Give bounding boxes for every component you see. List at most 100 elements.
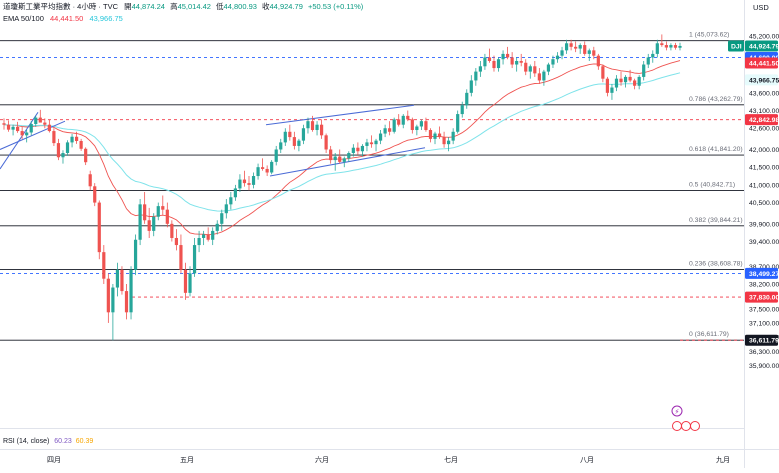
candle-body [274, 149, 278, 162]
candle-body [619, 78, 623, 83]
candle-body [673, 45, 678, 48]
candle-body [596, 55, 600, 67]
candle-body [460, 105, 464, 115]
candle-body [637, 76, 641, 86]
candle-body [628, 76, 632, 81]
candle-body [224, 204, 228, 214]
fib-level-label: 0.618 (41,841.20) [689, 146, 743, 153]
time-axis-tick: 九月 [716, 455, 730, 464]
candle-body [451, 131, 455, 141]
candle-body [669, 45, 673, 48]
candle-body [65, 142, 70, 154]
candle-body [378, 133, 383, 141]
price-axis-tick: 40,500.00 [749, 200, 779, 207]
candle-body [388, 128, 392, 132]
earnings-event-icon[interactable] [690, 421, 700, 431]
price-axis-tick: 37,100.00 [749, 320, 779, 327]
candle-body [401, 115, 405, 125]
candle-body [374, 140, 378, 145]
price-tag-value: 42,842.98 [749, 117, 779, 124]
candle-body [428, 130, 433, 139]
candle-body [165, 209, 169, 224]
price-axis-tick: 39,900.00 [749, 221, 779, 228]
candle-body [197, 237, 201, 246]
candle-body [515, 60, 519, 65]
price-axis-tick: 36,300.00 [749, 349, 779, 356]
candle-body [456, 114, 460, 132]
candle-body [156, 206, 160, 217]
candle-body [183, 269, 188, 293]
candle-body [174, 237, 179, 246]
candle-body [215, 223, 219, 231]
candle-body [97, 202, 101, 253]
candle-body [61, 153, 65, 158]
candle-body [143, 204, 147, 221]
candle-body [392, 119, 396, 132]
candle-body [11, 126, 15, 130]
candle-body [574, 46, 578, 49]
candle-body [447, 140, 451, 145]
candle-body [319, 124, 324, 136]
rsi-legend[interactable]: RSI (14, close) 60.23 60.39 [3, 438, 93, 445]
candle-body [256, 167, 260, 177]
candle-body [111, 287, 115, 313]
candle-body [342, 158, 346, 162]
currency-label[interactable]: USD [753, 3, 769, 12]
fib-level-label: 0.5 (40,842.71) [689, 181, 735, 188]
candle-body [397, 119, 401, 125]
price-chart[interactable]: 1 (45,073.62) 0.786 (43,262.79) 0.618 (41,… [0, 0, 779, 468]
candle-body [501, 53, 505, 60]
time-axis-tick: 四月 [47, 456, 61, 464]
candle-body [365, 142, 369, 146]
candle-body [528, 66, 532, 72]
candle-body [261, 167, 265, 169]
price-axis-tick: 45,200.00 [749, 34, 779, 41]
candle-body [564, 43, 569, 51]
candle-body [633, 80, 637, 86]
candle-body [537, 73, 541, 81]
candle-body [483, 57, 487, 67]
candle-body [623, 76, 628, 83]
candle-body [152, 216, 156, 231]
candle-body [179, 245, 183, 270]
candle-body [16, 126, 20, 132]
price-tag-value: 38,499.27 [749, 271, 779, 278]
candle-body [29, 123, 33, 133]
candle-body [220, 213, 224, 224]
candle-body [233, 188, 237, 198]
candle-body [129, 269, 133, 313]
candle-body [383, 128, 387, 134]
candle-body [424, 121, 428, 131]
candle-body [238, 179, 242, 189]
candle-body [510, 57, 514, 65]
candle-body [433, 133, 437, 139]
time-axis-tick: 六月 [315, 455, 329, 464]
candle-body [651, 53, 655, 58]
candle-body [587, 50, 591, 54]
candle-body [610, 87, 614, 93]
candle-body [492, 60, 496, 69]
candle-body [202, 234, 206, 238]
candle-body [315, 124, 319, 131]
candle-body [88, 174, 92, 187]
candle-body [47, 124, 51, 132]
candle-body [251, 176, 256, 185]
candle-body [310, 121, 315, 131]
time-axis-tick: 八月 [580, 456, 594, 464]
price-axis-tick: 41,000.00 [749, 182, 779, 189]
earnings-event-icon[interactable] [681, 421, 691, 431]
candle-body [120, 269, 124, 292]
ema-legend[interactable]: EMA 50/100 44,441.50 43,966.75 [3, 14, 123, 23]
candle-body [52, 131, 56, 144]
candle-body [102, 252, 106, 279]
candle-body [660, 43, 664, 46]
price-tag-value: 43,966.75 [749, 77, 779, 84]
candle-body [20, 131, 24, 136]
candle-body [270, 161, 274, 173]
candle-body [56, 143, 61, 158]
candle-body [34, 117, 38, 124]
earnings-event-icon[interactable] [672, 421, 682, 431]
candle-body [546, 64, 551, 72]
candle-body [74, 136, 79, 141]
candle-body [192, 245, 197, 274]
